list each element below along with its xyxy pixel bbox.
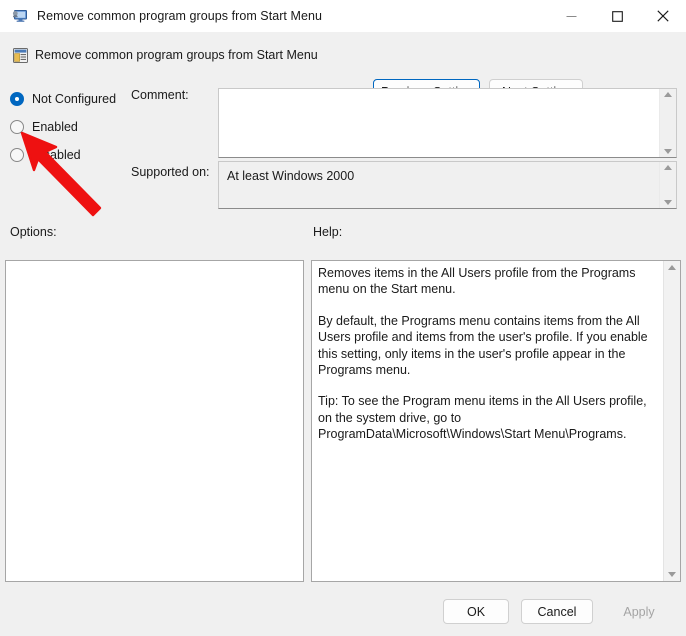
supported-on-label: Supported on: <box>131 165 210 179</box>
radio-not-configured-label: Not Configured <box>32 92 116 106</box>
cancel-button[interactable]: Cancel <box>521 599 593 624</box>
radio-enabled[interactable]: Enabled <box>10 118 78 136</box>
scroll-down-icon[interactable] <box>668 572 676 577</box>
radio-disabled-label: Disabled <box>32 148 81 162</box>
setting-title: Remove common program groups from Start … <box>35 48 318 62</box>
scroll-up-icon[interactable] <box>668 265 676 270</box>
supported-on-scrollbar[interactable] <box>659 162 676 208</box>
window-controls <box>548 0 686 32</box>
scroll-down-icon[interactable] <box>664 149 672 154</box>
setting-header: Remove common program groups from Start … <box>0 32 686 78</box>
help-label: Help: <box>313 225 342 239</box>
policy-monitor-icon <box>12 8 28 24</box>
radio-enabled-label: Enabled <box>32 120 78 134</box>
radio-disabled-indicator[interactable] <box>10 148 24 162</box>
radio-not-configured-indicator[interactable] <box>10 92 24 106</box>
supported-on-value: At least Windows 2000 <box>227 169 354 183</box>
ok-button[interactable]: OK <box>443 599 509 624</box>
supported-on-field: At least Windows 2000 <box>218 161 677 209</box>
title-bar: Remove common program groups from Start … <box>0 0 686 33</box>
help-panel: Removes items in the All Users profile f… <box>311 260 681 582</box>
radio-disabled[interactable]: Disabled <box>10 146 81 164</box>
help-paragraph: Tip: To see the Program menu items in th… <box>318 393 655 442</box>
scroll-down-icon[interactable] <box>664 200 672 205</box>
policy-setting-icon <box>12 47 29 64</box>
options-label: Options: <box>10 225 57 239</box>
comment-label: Comment: <box>131 88 189 102</box>
options-panel[interactable] <box>5 260 304 582</box>
help-scrollbar[interactable] <box>663 261 680 581</box>
window-title: Remove common program groups from Start … <box>37 9 322 23</box>
radio-not-configured[interactable]: Not Configured <box>10 90 116 108</box>
scroll-up-icon[interactable] <box>664 165 672 170</box>
apply-button: Apply <box>604 599 674 624</box>
minimize-icon[interactable] <box>548 0 594 32</box>
maximize-icon[interactable] <box>594 0 640 32</box>
help-text: Removes items in the All Users profile f… <box>318 265 655 443</box>
help-paragraph: By default, the Programs menu contains i… <box>318 313 655 379</box>
scroll-up-icon[interactable] <box>664 92 672 97</box>
help-paragraph: Removes items in the All Users profile f… <box>318 265 655 298</box>
radio-enabled-indicator[interactable] <box>10 120 24 134</box>
close-icon[interactable] <box>640 0 686 32</box>
comment-input[interactable] <box>218 88 677 158</box>
comment-scrollbar[interactable] <box>659 89 676 157</box>
